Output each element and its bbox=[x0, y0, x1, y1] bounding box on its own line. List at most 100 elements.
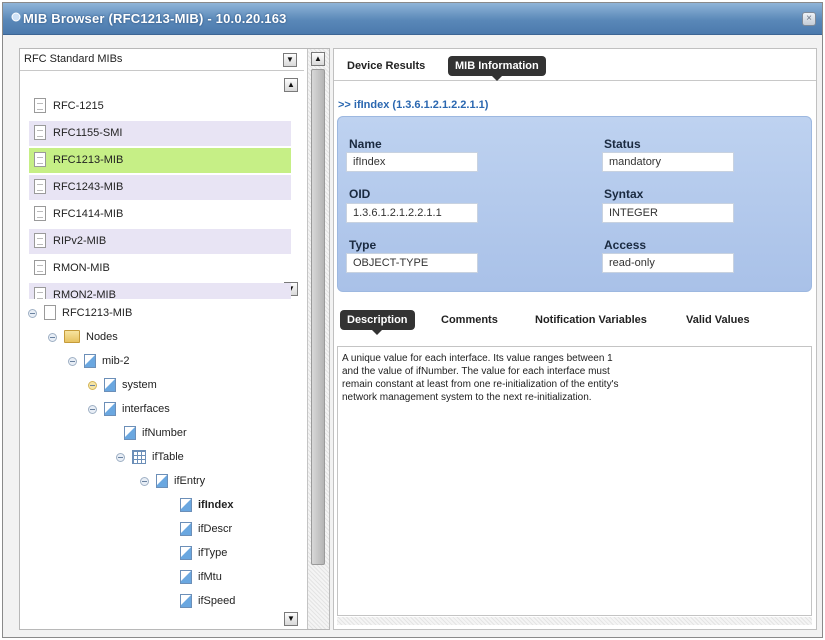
tree-node-rfc1213-mib[interactable]: RFC1213-MIB bbox=[28, 303, 278, 325]
node-icon bbox=[180, 522, 192, 536]
mib-list-label: RIPv2-MIB bbox=[53, 235, 107, 247]
tab-notification-variables[interactable]: Notification Variables bbox=[528, 310, 654, 330]
tree-node-label: system bbox=[122, 379, 157, 391]
mib-list-item[interactable]: RFC1243-MIB bbox=[29, 175, 291, 200]
tab-device-results[interactable]: Device Results bbox=[340, 56, 432, 76]
tree-node-label: RFC1213-MIB bbox=[62, 307, 133, 319]
folder-icon bbox=[64, 330, 80, 343]
mib-list-label: RFC1155-SMI bbox=[53, 127, 123, 139]
panel-bottom-strip bbox=[337, 617, 812, 625]
tree-node-system[interactable]: system bbox=[88, 375, 278, 397]
mib-list-item[interactable]: RFC1213-MIB bbox=[29, 148, 291, 173]
tree-node-ifentry[interactable]: ifEntry bbox=[140, 471, 290, 493]
collapse-toggle-icon[interactable] bbox=[28, 309, 37, 318]
tree-node-label: ifSpeed bbox=[198, 595, 236, 607]
collapse-toggle-icon[interactable] bbox=[88, 405, 97, 414]
document-icon bbox=[34, 125, 46, 140]
tree-node-ifindex[interactable]: ifIndex bbox=[180, 495, 290, 517]
tree-node-label: ifType bbox=[198, 547, 228, 559]
oid-field[interactable]: 1.3.6.1.2.1.2.2.1.1 bbox=[346, 203, 478, 223]
mib-navigator-panel: RFC Standard MIBs ▼ ▲ ▼ RFC-1215 RFC1155… bbox=[19, 48, 330, 630]
mib-list-label: RFC-1215 bbox=[53, 100, 104, 112]
node-icon bbox=[104, 402, 116, 416]
panel-scroll-up-icon[interactable]: ▲ bbox=[311, 52, 325, 66]
tab-mib-information[interactable]: MIB Information bbox=[448, 56, 546, 81]
expand-toggle-icon[interactable] bbox=[88, 381, 97, 390]
syntax-label: Syntax bbox=[604, 187, 644, 201]
tree-node-label: ifTable bbox=[152, 451, 184, 463]
tab-description[interactable]: Description bbox=[340, 310, 415, 335]
mib-list: RFC-1215 RFC1155-SMI RFC1213-MIB RFC1243… bbox=[20, 71, 306, 299]
mib-group-value: RFC Standard MIBs bbox=[24, 53, 123, 65]
tree-node-label: ifIndex bbox=[198, 499, 234, 511]
description-text: A unique value for each interface. Its v… bbox=[342, 353, 619, 403]
mib-list-item[interactable]: RMON-MIB bbox=[29, 256, 291, 281]
mib-tree: RFC1213-MIB Nodes mib-2 system interface… bbox=[20, 303, 304, 629]
collapse-toggle-icon[interactable] bbox=[116, 453, 125, 462]
name-label: Name bbox=[349, 137, 382, 151]
node-icon bbox=[84, 354, 96, 368]
table-icon bbox=[132, 450, 146, 464]
type-label: Type bbox=[349, 238, 377, 252]
mib-list-item[interactable]: RIPv2-MIB bbox=[29, 229, 291, 254]
tree-scroll-down-icon[interactable]: ▼ bbox=[284, 612, 298, 626]
collapse-toggle-icon[interactable] bbox=[68, 357, 77, 366]
collapse-toggle-icon[interactable] bbox=[48, 333, 57, 342]
access-field[interactable]: read-only bbox=[602, 253, 734, 273]
syntax-field[interactable]: INTEGER bbox=[602, 203, 734, 223]
tree-node-ifspeed[interactable]: ifSpeed bbox=[180, 591, 290, 613]
top-tabs: Device Results MIB Information bbox=[334, 49, 816, 81]
panel-scrollbar[interactable]: ▲ bbox=[307, 49, 329, 629]
description-panel: A unique value for each interface. Its v… bbox=[337, 346, 812, 616]
tree-node-nodes[interactable]: Nodes bbox=[48, 327, 278, 349]
tree-node-ifnumber[interactable]: ifNumber bbox=[124, 423, 284, 445]
document-icon bbox=[34, 98, 46, 113]
detail-tabs: Description Comments Notification Variab… bbox=[334, 302, 816, 338]
oid-label: OID bbox=[349, 187, 371, 201]
mib-list-item[interactable]: RFC-1215 bbox=[29, 94, 291, 119]
close-icon[interactable]: × bbox=[802, 12, 816, 26]
node-icon bbox=[156, 474, 168, 488]
tab-valid-values[interactable]: Valid Values bbox=[679, 310, 757, 330]
status-label: Status bbox=[604, 137, 641, 151]
tree-node-ifdescr[interactable]: ifDescr bbox=[180, 519, 290, 541]
mib-list-item[interactable]: RMON2-MIB bbox=[29, 283, 291, 299]
document-icon bbox=[34, 287, 46, 299]
tree-node-mib-2[interactable]: mib-2 bbox=[68, 351, 278, 373]
tree-node-label: ifEntry bbox=[174, 475, 206, 487]
mib-list-label: RFC1243-MIB bbox=[53, 181, 124, 193]
tree-node-ifmtu[interactable]: ifMtu bbox=[180, 567, 290, 589]
tree-node-iftype[interactable]: ifType bbox=[180, 543, 290, 565]
document-icon bbox=[34, 152, 46, 167]
collapse-toggle-icon[interactable] bbox=[140, 477, 149, 486]
status-field[interactable]: mandatory bbox=[602, 152, 734, 172]
title-bar[interactable]: MIB Browser (RFC1213-MIB) - 10.0.20.163 … bbox=[3, 3, 822, 35]
mib-attributes-box: Name ifIndex Status mandatory OID 1.3.6.… bbox=[337, 116, 812, 292]
node-icon bbox=[104, 378, 116, 392]
tree-node-interfaces[interactable]: interfaces bbox=[88, 399, 278, 421]
name-field[interactable]: ifIndex bbox=[346, 152, 478, 172]
tree-node-label: mib-2 bbox=[102, 355, 130, 367]
panel-scroll-thumb[interactable] bbox=[311, 69, 325, 565]
node-icon bbox=[180, 570, 192, 584]
window-title: MIB Browser (RFC1213-MIB) - 10.0.20.163 bbox=[23, 11, 287, 26]
tree-node-label: interfaces bbox=[122, 403, 170, 415]
document-icon bbox=[34, 233, 46, 248]
tree-node-label: Nodes bbox=[86, 331, 118, 343]
tree-node-label: ifMtu bbox=[198, 571, 222, 583]
breadcrumb: >> ifIndex (1.3.6.1.2.1.2.2.1.1) bbox=[338, 99, 489, 111]
tree-node-label: ifDescr bbox=[198, 523, 233, 535]
node-icon bbox=[180, 546, 192, 560]
tab-comments[interactable]: Comments bbox=[434, 310, 505, 330]
mib-list-item[interactable]: RFC1155-SMI bbox=[29, 121, 291, 146]
type-field[interactable]: OBJECT-TYPE bbox=[346, 253, 478, 273]
document-icon bbox=[34, 179, 46, 194]
mib-list-label: RFC1213-MIB bbox=[53, 154, 124, 166]
mib-group-dropdown[interactable]: RFC Standard MIBs ▼ bbox=[20, 49, 304, 71]
dropdown-arrow-icon[interactable]: ▼ bbox=[283, 53, 297, 67]
node-icon bbox=[124, 426, 136, 440]
tree-node-iftable[interactable]: ifTable bbox=[116, 447, 286, 469]
document-icon bbox=[34, 206, 46, 221]
mib-list-item[interactable]: RFC1414-MIB bbox=[29, 202, 291, 227]
document-icon bbox=[44, 305, 56, 320]
